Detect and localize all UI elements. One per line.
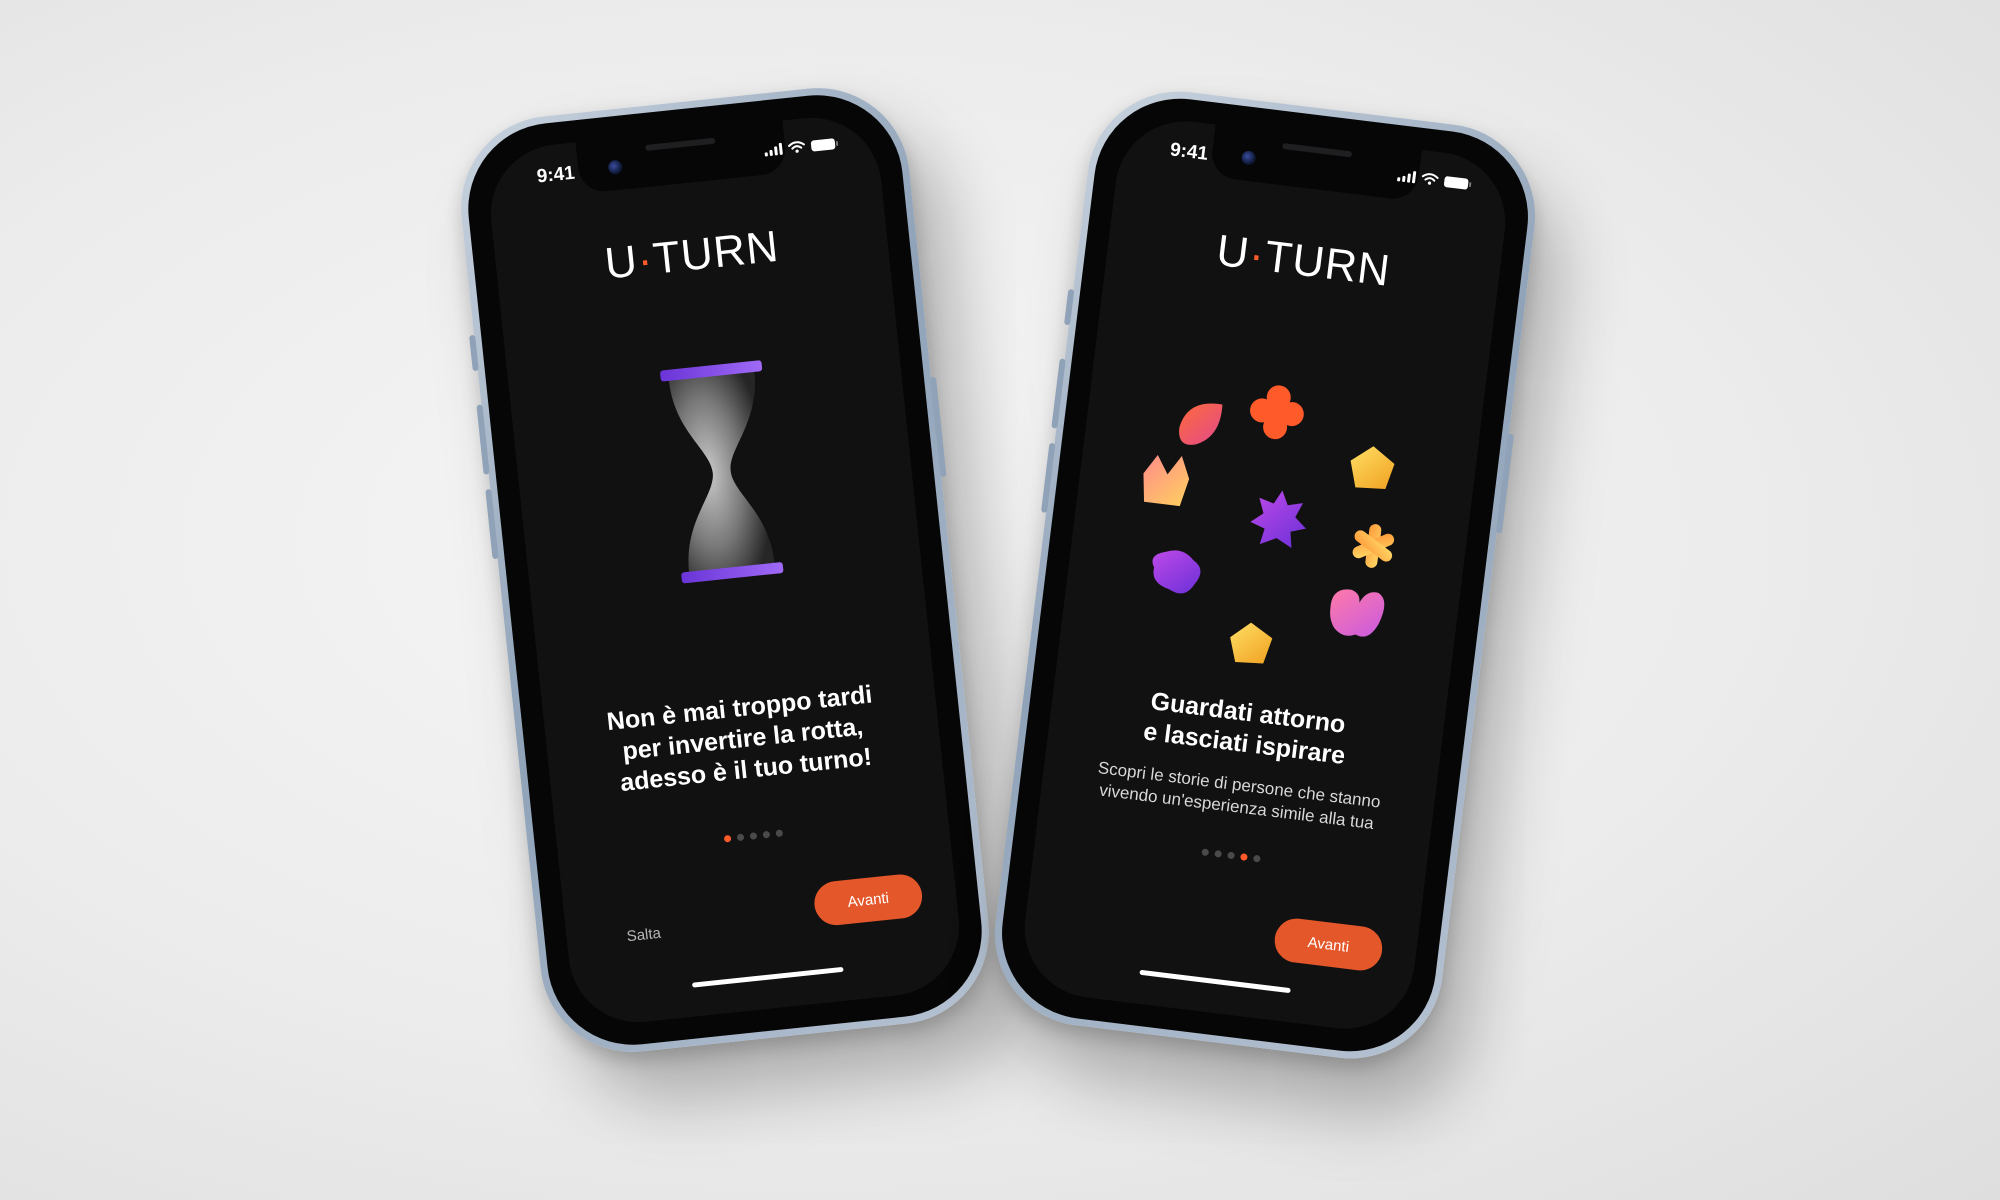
blob-sticker-icon (1152, 550, 1201, 594)
earpiece-speaker (645, 137, 716, 151)
action-button (1064, 288, 1075, 326)
onboarding-headline: Non è mai troppo tardi per invertire la … (605, 680, 874, 798)
phone-mockup-onboarding-2: 9:41 U·TURN Guardati attorno e lasciati … (984, 81, 1546, 1069)
next-button[interactable]: Avanti (812, 872, 925, 928)
page-dot-4 (762, 830, 770, 839)
volume-down-button (485, 488, 499, 560)
home-indicator (1139, 969, 1291, 994)
logo-text: TURN (650, 221, 782, 284)
sticker-shapes-illustration (1143, 385, 1395, 664)
hourglass-icon (660, 360, 784, 584)
wifi-icon (788, 141, 805, 153)
front-camera (1240, 150, 1257, 166)
volume-up-button (476, 404, 490, 475)
star-sticker-icon (1250, 490, 1306, 549)
pentagon-sticker-icon (1350, 446, 1395, 490)
phone-bezel: 9:41 U·TURN (992, 88, 1538, 1062)
onboarding-screen-1: 9:41 U·TURN Non è mai troppo tardi per i… (483, 110, 967, 1030)
skip-button[interactable]: Salta (626, 925, 662, 945)
logo-text: TURN (1261, 231, 1394, 296)
page-dot-3 (749, 832, 757, 840)
app-logo: U·TURN (1106, 213, 1501, 310)
page-dot-1 (1200, 848, 1209, 857)
asterisk-sticker-icon (1352, 524, 1395, 568)
onboarding-screen-2: 9:41 U·TURN Guardati attorno e lasciati … (1016, 113, 1514, 1037)
page-dot-5 (774, 829, 783, 838)
cellular-signal-icon (1396, 169, 1417, 184)
home-indicator (691, 966, 844, 988)
notch (1209, 124, 1422, 202)
earpiece-speaker (1282, 142, 1353, 158)
page-dot-1 (723, 834, 731, 843)
action-button (469, 334, 479, 372)
app-logo: U·TURN (494, 210, 889, 301)
quote-sticker-icon (1330, 589, 1385, 637)
status-time: 9:41 (535, 162, 576, 188)
cellular-signal-icon (764, 142, 783, 157)
pagination-dots (558, 812, 949, 860)
status-time: 9:41 (1168, 139, 1210, 165)
page-dot-3 (1226, 851, 1235, 860)
leaf-sticker-icon (1179, 403, 1223, 445)
battery-icon (1443, 175, 1469, 190)
phone-mockup-onboarding-1: 9:41 U·TURN Non è mai troppo tardi per i… (452, 79, 998, 1061)
crown-sticker-icon (1143, 455, 1190, 507)
page-dot-2 (1213, 849, 1222, 858)
flower-sticker-icon (1250, 385, 1304, 440)
page-dot-5 (1252, 854, 1261, 863)
page-dot-4 (1239, 853, 1248, 861)
front-camera (607, 159, 623, 175)
small-pentagon-sticker-icon (1230, 622, 1273, 664)
pagination-dots (1036, 828, 1426, 883)
wifi-icon (1421, 173, 1439, 185)
battery-icon (810, 137, 836, 152)
notch (575, 120, 788, 195)
phone-bezel: 9:41 U·TURN (459, 86, 991, 1054)
next-button[interactable]: Avanti (1272, 916, 1385, 973)
page-dot-2 (736, 833, 744, 842)
